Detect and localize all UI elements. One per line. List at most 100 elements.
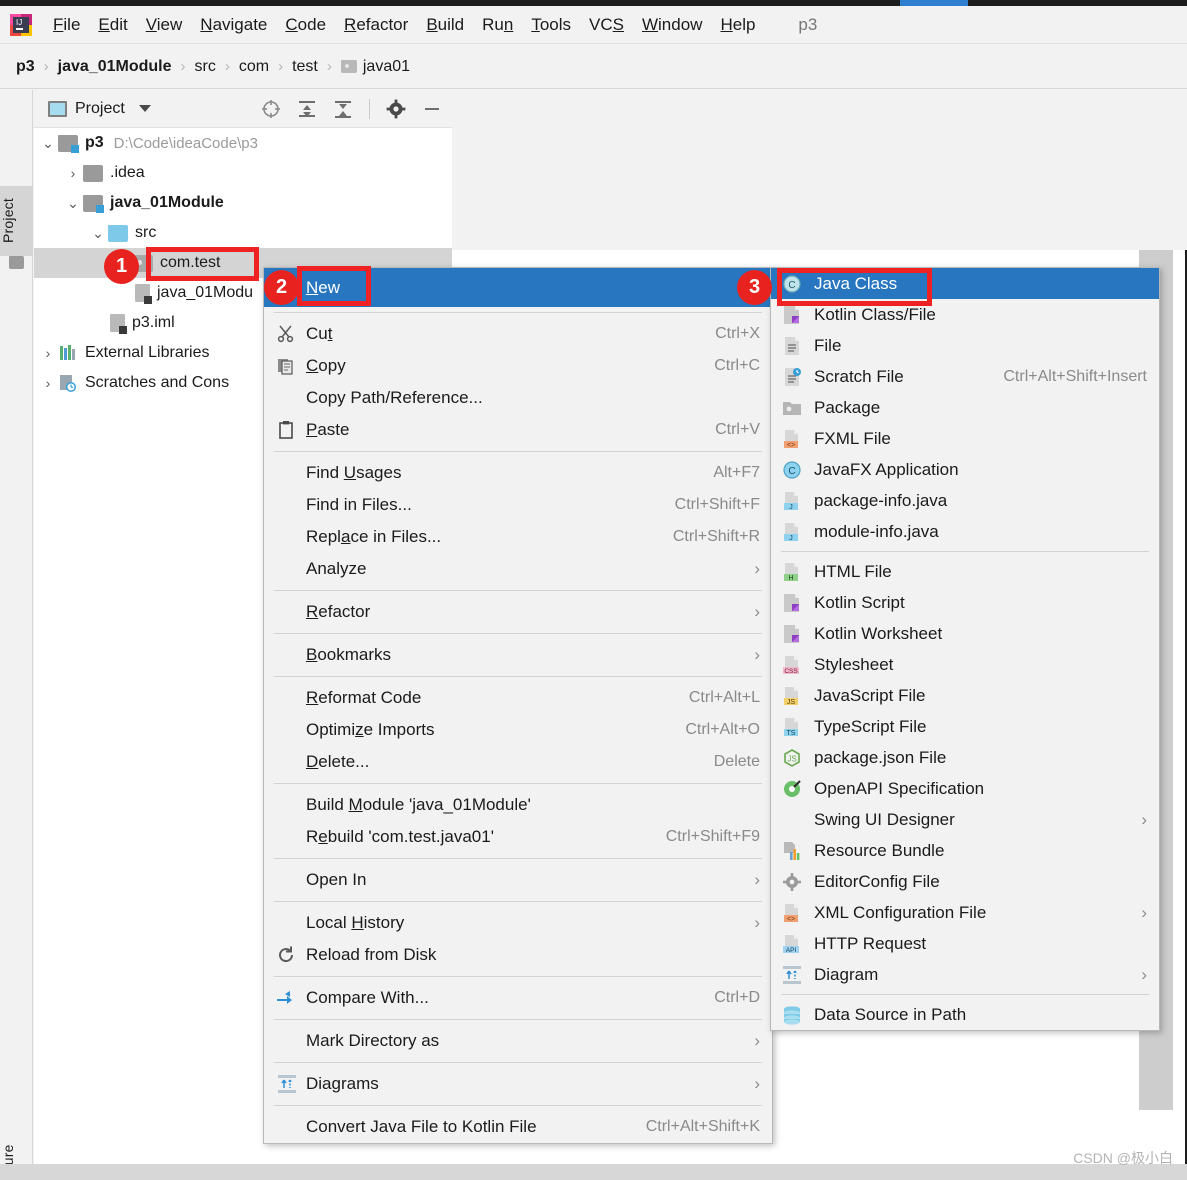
menubar-item-build[interactable]: Build — [417, 13, 473, 37]
tree-twisty[interactable]: › — [38, 375, 58, 391]
context-menu-item-convert-java-file-to-kotlin-file[interactable]: Convert Java File to Kotlin File Ctrl+Alt… — [264, 1111, 772, 1143]
context-menu-item-diagrams[interactable]: Diagrams › — [264, 1068, 772, 1100]
new-submenu-item-editorconfig-file[interactable]: EditorConfig File — [771, 866, 1159, 897]
source-folder-icon — [108, 224, 128, 242]
chevron-right-icon: › — [754, 602, 760, 621]
tree-node-java-01module[interactable]: ⌄ java_01Module — [34, 188, 452, 218]
new-submenu-item-java-class[interactable]: C Java Class — [771, 268, 1159, 299]
new-submenu-item-scratch-file[interactable]: Scratch File Ctrl+Alt+Shift+Insert — [771, 361, 1159, 392]
breadcrumb-segment-java01[interactable]: java01 — [363, 58, 410, 76]
chevron-right-icon: › — [754, 1074, 760, 1093]
chevron-down-icon[interactable] — [138, 105, 151, 112]
new-submenu-item-javascript-file[interactable]: JS JavaScript File — [771, 680, 1159, 711]
left-toolwindow-strip: Project Structure — [0, 90, 33, 1180]
new-submenu-item-stylesheet[interactable]: CSS Stylesheet — [771, 649, 1159, 680]
gear-icon[interactable] — [386, 99, 406, 119]
menubar-item-help[interactable]: Help — [711, 13, 764, 37]
menubar-item-code[interactable]: Code — [276, 13, 335, 37]
menu-separator — [274, 312, 762, 313]
tree-twisty[interactable]: › — [63, 165, 83, 181]
menu-item-shortcut: Ctrl+Shift+F — [674, 496, 760, 513]
context-menu-item-find-usages[interactable]: Find Usages Alt+F7 — [264, 457, 772, 489]
breadcrumb[interactable]: p3 › java_01Module › src › com › test › java01 — [0, 45, 1187, 89]
menubar-item-run[interactable]: Run — [473, 13, 522, 37]
new-submenu-item-fxml-file[interactable]: <> FXML File — [771, 423, 1159, 454]
context-menu-item-compare-with[interactable]: Compare With... Ctrl+D — [264, 982, 772, 1014]
annotation-badge-1: 1 — [104, 249, 139, 284]
new-submenu-item-openapi-specification[interactable]: OpenAPI Specification — [771, 773, 1159, 804]
context-menu-item-local-history[interactable]: Local History › — [264, 907, 772, 939]
new-submenu-item-kotlin-worksheet[interactable]: Kotlin Worksheet — [771, 618, 1159, 649]
new-submenu-item-package-json-file[interactable]: JS package.json File — [771, 742, 1159, 773]
tree-node-src[interactable]: ⌄ src — [34, 218, 452, 248]
context-menu-item-bookmarks[interactable]: Bookmarks › — [264, 639, 772, 671]
context-menu-item-delete[interactable]: Delete... Delete — [264, 746, 772, 778]
new-submenu-item-kotlin-script[interactable]: Kotlin Script — [771, 587, 1159, 618]
context-menu-item-copy-path-reference[interactable]: Copy Path/Reference... — [264, 382, 772, 414]
menubar-item-file[interactable]: File — [44, 13, 89, 37]
context-menu-item-find-in-files[interactable]: Find in Files... Ctrl+Shift+F — [264, 489, 772, 521]
menubar-item-vcs[interactable]: VCS — [580, 13, 633, 37]
context-menu-item-cut[interactable]: Cut Ctrl+X — [264, 318, 772, 350]
breadcrumb-segment-p3[interactable]: p3 — [16, 58, 35, 76]
new-submenu-item-data-source-in-path[interactable]: Data Source in Path — [771, 999, 1159, 1030]
menubar-item-refactor[interactable]: Refactor — [335, 13, 417, 37]
module-icon — [58, 134, 79, 153]
menubar-item-window[interactable]: Window — [633, 13, 711, 37]
tree-twisty[interactable]: ⌄ — [38, 135, 58, 152]
context-menu-item-analyze[interactable]: Analyze › — [264, 553, 772, 585]
tree-twisty[interactable]: ⌄ — [88, 225, 108, 242]
menu-item-label: Package — [814, 397, 881, 417]
expand-all-icon[interactable] — [297, 99, 317, 119]
new-submenu-item-html-file[interactable]: H HTML File — [771, 556, 1159, 587]
context-menu-item-copy[interactable]: Copy Ctrl+C — [264, 350, 772, 382]
new-submenu-item-module-info-java[interactable]: Jmodule-info.java — [771, 516, 1159, 547]
breadcrumb-segment-src[interactable]: src — [195, 58, 216, 76]
context-menu-item-optimize-imports[interactable]: Optimize Imports Ctrl+Alt+O — [264, 714, 772, 746]
breadcrumb-segment-com[interactable]: com — [239, 58, 269, 76]
tree-node-p3[interactable]: ⌄ p3 D:\Code\ideaCode\p3 — [34, 128, 452, 158]
tree-node--idea[interactable]: › .idea — [34, 158, 452, 188]
collapse-all-icon[interactable] — [333, 99, 353, 119]
hide-panel-icon[interactable] — [422, 99, 442, 119]
new-submenu-item-package[interactable]: Package — [771, 392, 1159, 423]
menubar-item-tools[interactable]: Tools — [522, 13, 580, 37]
new-submenu-item-kotlin-class-file[interactable]: Kotlin Class/File — [771, 299, 1159, 330]
menu-item-label: Mark Directory as — [306, 1031, 440, 1050]
chevron-right-icon: › — [754, 559, 760, 578]
context-menu-item-open-in[interactable]: Open In › — [264, 864, 772, 896]
menu-separator — [274, 901, 762, 902]
menu-icon-placeholder — [781, 810, 805, 830]
context-menu-item-reformat-code[interactable]: Reformat Code Ctrl+Alt+L — [264, 682, 772, 714]
tree-twisty[interactable]: ⌄ — [63, 195, 83, 212]
breadcrumb-segment-test[interactable]: test — [292, 58, 318, 76]
java-file-icon: J — [781, 491, 805, 511]
context-menu-item-build-module-java-01module[interactable]: Build Module 'java_01Module' — [264, 789, 772, 821]
new-submenu-item-http-request[interactable]: API HTTP Request — [771, 928, 1159, 959]
context-menu-item-rebuild-com-test-java01[interactable]: Rebuild 'com.test.java01' Ctrl+Shift+F9 — [264, 821, 772, 853]
new-submenu-item-file[interactable]: File — [771, 330, 1159, 361]
menubar-item-edit[interactable]: Edit — [89, 13, 136, 37]
context-menu-item-mark-directory-as[interactable]: Mark Directory as › — [264, 1025, 772, 1057]
breadcrumb-segment-java_01module[interactable]: java_01Module — [58, 58, 172, 76]
menubar-item-view[interactable]: View — [137, 13, 192, 37]
new-submenu[interactable]: C Java Class Kotlin Class/File File Scratch … — [770, 267, 1160, 1031]
new-submenu-item-xml-configuration-file[interactable]: <> XML Configuration File › — [771, 897, 1159, 928]
context-menu-item-refactor[interactable]: Refactor › — [264, 596, 772, 628]
context-menu-item-new[interactable]: New› — [264, 268, 772, 307]
new-submenu-item-typescript-file[interactable]: TS TypeScript File — [771, 711, 1159, 742]
context-menu-item-paste[interactable]: Paste Ctrl+V — [264, 414, 772, 446]
new-submenu-item-javafx-application[interactable]: C JavaFX Application — [771, 454, 1159, 485]
locate-icon[interactable] — [261, 99, 281, 119]
menubar-item-navigate[interactable]: Navigate — [191, 13, 276, 37]
new-submenu-item-package-info-java[interactable]: Jpackage-info.java — [771, 485, 1159, 516]
context-menu-item-reload-from-disk[interactable]: Reload from Disk — [264, 939, 772, 971]
new-submenu-item-resource-bundle[interactable]: Resource Bundle — [771, 835, 1159, 866]
svg-text:CSS: CSS — [784, 668, 798, 675]
toolwindow-button-project[interactable]: Project — [0, 186, 33, 256]
tree-twisty[interactable]: › — [38, 345, 58, 361]
context-menu-item-replace-in-files[interactable]: Replace in Files... Ctrl+Shift+R — [264, 521, 772, 553]
context-menu[interactable]: New› CutCtrl+XCopyCtrl+CCopy Path/Referen… — [263, 267, 773, 1144]
new-submenu-item-diagram[interactable]: Diagram › — [771, 959, 1159, 990]
new-submenu-item-swing-ui-designer[interactable]: Swing UI Designer › — [771, 804, 1159, 835]
